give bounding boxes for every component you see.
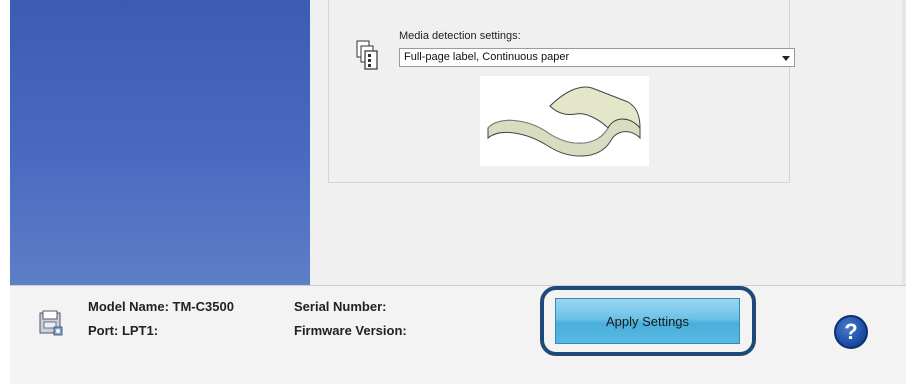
media-detection-value: Full-page label, Continuous paper	[404, 51, 570, 63]
chevron-down-icon[interactable]	[782, 56, 790, 61]
apply-settings-button[interactable]: Apply Settings	[555, 298, 740, 344]
port-text: Port: LPT1:	[88, 323, 159, 338]
media-settings-group: Media detection settings: Full-page labe…	[328, 0, 795, 183]
settings-panel: Media detection settings: Full-page labe…	[310, 0, 906, 285]
serial-number-text: Serial Number:	[294, 299, 387, 314]
help-icon[interactable]: ?	[834, 315, 868, 349]
media-pages-icon	[356, 39, 380, 73]
media-preview-image	[480, 76, 649, 166]
media-detection-dropdown[interactable]: Full-page label, Continuous paper	[399, 48, 795, 67]
device-status-bar: Model Name: TM-C3500 Port: LPT1: Serial …	[10, 285, 906, 384]
media-detection-label: Media detection settings:	[399, 30, 521, 42]
help-icon-glyph: ?	[844, 319, 858, 344]
app-window: Media detection settings: Full-page labe…	[10, 0, 906, 384]
model-name-text: Model Name: TM-C3500	[88, 299, 234, 314]
left-navigation-panel	[10, 0, 310, 285]
apply-settings-label: Apply Settings	[605, 313, 690, 329]
firmware-version-text: Firmware Version:	[294, 323, 407, 338]
window-edge	[902, 0, 906, 285]
printer-icon	[36, 309, 66, 339]
